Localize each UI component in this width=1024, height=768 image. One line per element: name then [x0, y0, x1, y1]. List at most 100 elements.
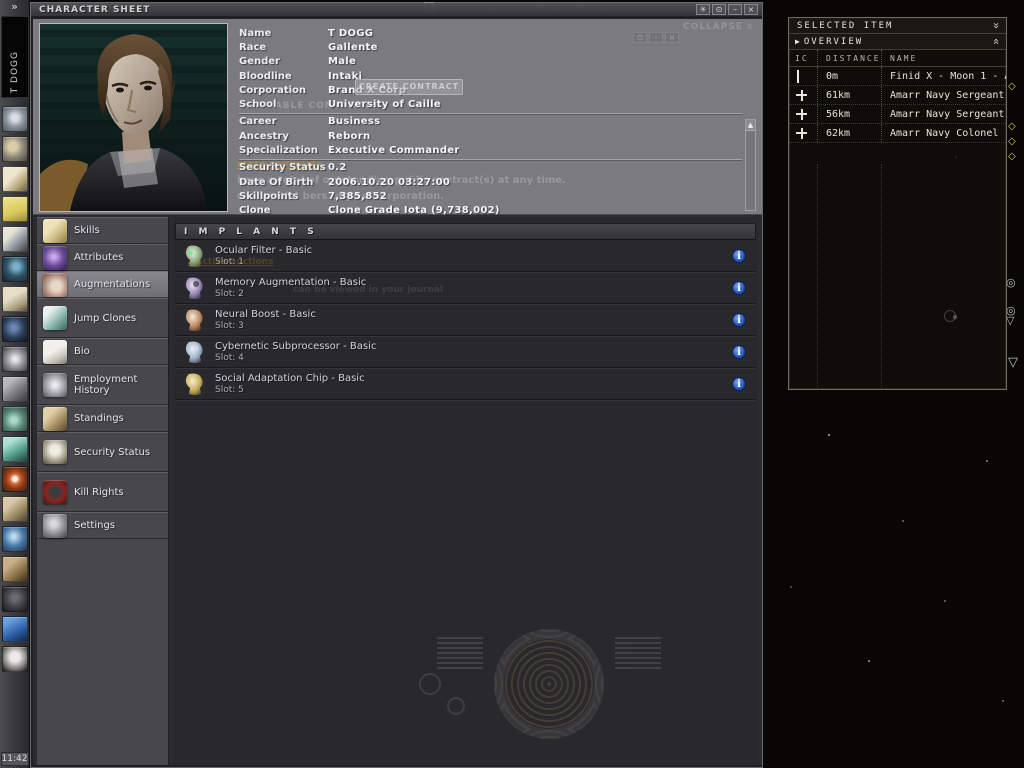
implant-name: Social Adaptation Chip - Basic: [215, 372, 365, 384]
field-row: Bloodline Intaki: [239, 69, 742, 83]
info-icon[interactable]: i: [732, 376, 746, 391]
neocom-clock[interactable]: 11:42: [0, 752, 29, 766]
selected-item-header[interactable]: SELECTED ITEM »: [789, 18, 1006, 34]
target-diamond-icon[interactable]: ◇: [1008, 82, 1016, 92]
field-row: Skillpoints 7,385,852: [239, 189, 742, 203]
pin-window-button[interactable]: ✳: [696, 4, 710, 15]
tab-standings[interactable]: Standings: [37, 405, 168, 432]
expander-triangle-icon[interactable]: ▶: [789, 37, 800, 46]
map-icon[interactable]: [1, 316, 28, 342]
column-name[interactable]: NAME: [881, 50, 1006, 66]
character-sheet-icon[interactable]: [1, 106, 28, 132]
wallet-icon[interactable]: [1, 406, 28, 432]
implant-slot: Slot: 1: [215, 256, 244, 267]
overview-row[interactable]: 56km Amarr Navy Sergeant: [789, 105, 1006, 124]
station-bracket-icon[interactable]: ◎: [1006, 277, 1016, 288]
scroll-up-arrow[interactable]: ▲: [746, 120, 755, 131]
column-ic[interactable]: IC: [789, 54, 817, 63]
tab-bio[interactable]: Bio: [37, 338, 168, 365]
tab-skills[interactable]: Skills: [37, 217, 168, 244]
tab-security-status[interactable]: Security Status: [37, 432, 168, 472]
neocom-character-block[interactable]: T DOGG: [0, 16, 29, 98]
target-diamond-icon[interactable]: ◇: [1008, 137, 1016, 147]
field-value: Gallente: [328, 41, 378, 53]
fitting-icon[interactable]: [1, 226, 28, 252]
field-row: Ancestry Reborn: [239, 129, 742, 143]
overview-header[interactable]: ▶ OVERVIEW «: [789, 34, 1006, 50]
tab-settings[interactable]: Settings: [37, 512, 168, 539]
field-label: Corporation: [239, 84, 307, 96]
overview-label: OVERVIEW: [803, 36, 864, 47]
implant-row[interactable]: Ocular Filter - Basic Slot: 1 i: [175, 240, 756, 272]
tab-attributes[interactable]: Attributes: [37, 244, 168, 271]
character-sheet-window: CHARACTER SHEET ✳ ⊙ – × COLLAPSE «: [30, 2, 763, 768]
mail-icon[interactable]: [1, 166, 28, 192]
close-window-button[interactable]: ×: [744, 4, 758, 15]
minimize-window-button[interactable]: –: [728, 4, 742, 15]
info-icon[interactable]: i: [732, 280, 746, 295]
overview-row[interactable]: 62km Amarr Navy Colonel: [789, 124, 1006, 143]
info-icon[interactable]: i: [732, 248, 746, 263]
tab-label: Security Status: [74, 446, 151, 458]
tab-label: Standings: [74, 413, 124, 424]
create-contract-button[interactable]: CREATE CONTRACT: [355, 79, 463, 95]
window-buttons: ✳ ⊙ – ×: [696, 4, 762, 15]
implant-slot: Slot: 2: [215, 288, 244, 299]
assets-icon[interactable]: [1, 376, 28, 402]
compact-window-button[interactable]: ⊙: [712, 4, 726, 15]
column-distance[interactable]: DISTANCE: [817, 50, 881, 66]
overview-row[interactable]: 61km Amarr Navy Sergeant: [789, 86, 1006, 105]
station-bracket-icon[interactable]: ◎ ▽: [1006, 305, 1016, 326]
tab-label: Kill Rights: [74, 486, 124, 498]
medals-icon[interactable]: [1, 346, 28, 372]
help-icon[interactable]: [1, 466, 28, 492]
tab-employment-history[interactable]: Employment History: [37, 365, 168, 405]
tab-kill-rights[interactable]: Kill Rights: [37, 472, 168, 512]
implant-row[interactable]: Social Adaptation Chip - Basic Slot: 5 i: [175, 368, 756, 400]
field-label: Gender: [239, 56, 280, 68]
neocom-expand-button[interactable]: »: [0, 0, 29, 16]
journal-icon[interactable]: [1, 436, 28, 462]
target-diamond-icon[interactable]: ◇: [1008, 122, 1016, 132]
window-title: CHARACTER SHEET: [39, 4, 151, 15]
people-and-places-icon[interactable]: [1, 496, 28, 522]
gate-bracket-icon[interactable]: ▽: [1008, 356, 1018, 369]
info-scrollbar[interactable]: ▲: [745, 119, 756, 211]
tab-augmentations[interactable]: Augmentations: [37, 271, 168, 298]
info-icon[interactable]: i: [732, 312, 746, 327]
augmentations-icon: [43, 272, 67, 297]
field-label: Date Of Birth: [239, 176, 314, 188]
field-value: 2006.10.20 03:27:00: [328, 176, 451, 188]
tutorial-info-icon[interactable]: [1, 616, 28, 642]
field-label: Career: [239, 116, 277, 128]
portrait-log-icon[interactable]: [1, 646, 28, 672]
selected-item-label: SELECTED ITEM: [797, 20, 894, 31]
overview-table-header[interactable]: IC DISTANCE NAME: [789, 50, 1006, 67]
news-icon[interactable]: [1, 286, 28, 312]
implants-header: I M P L A N T S: [175, 223, 756, 240]
implant-head-icon: [185, 277, 203, 299]
field-row: Career Business: [239, 115, 742, 129]
implants-panel: I M P L A N T S 2 active auctions can be…: [173, 217, 758, 765]
field-row: Gender Male: [239, 55, 742, 69]
character-info-section: AVAILABLE CONTRACTS more contracts have …: [33, 19, 762, 216]
tab-jump-clones[interactable]: Jump Clones: [37, 298, 168, 338]
items-hangar-icon[interactable]: [1, 556, 28, 582]
window-titlebar[interactable]: CHARACTER SHEET ✳ ⊙ – ×: [31, 3, 762, 17]
field-value: Male: [328, 56, 357, 68]
audio-icon[interactable]: [1, 586, 28, 612]
implant-row[interactable]: Cybernetic Subprocessor - Basic Slot: 4 i: [175, 336, 756, 368]
target-diamond-icon[interactable]: ◇: [1008, 152, 1016, 162]
browser-icon[interactable]: [1, 526, 28, 552]
overview-row[interactable]: 0m Finid X - Moon 1 - Amarr: [789, 67, 1006, 86]
implant-row[interactable]: Neural Boost - Basic Slot: 3 i: [175, 304, 756, 336]
market-icon[interactable]: [1, 136, 28, 162]
implant-name: Memory Augmentation - Basic: [215, 276, 367, 288]
field-value: University of Caille: [328, 99, 441, 111]
field-label: Security Status: [239, 162, 326, 174]
notepad-icon[interactable]: [1, 196, 28, 222]
channels-icon[interactable]: [1, 256, 28, 282]
row-name: Amarr Navy Colonel: [881, 124, 1006, 142]
implant-row[interactable]: Memory Augmentation - Basic Slot: 2 i: [175, 272, 756, 304]
info-icon[interactable]: i: [732, 344, 746, 359]
